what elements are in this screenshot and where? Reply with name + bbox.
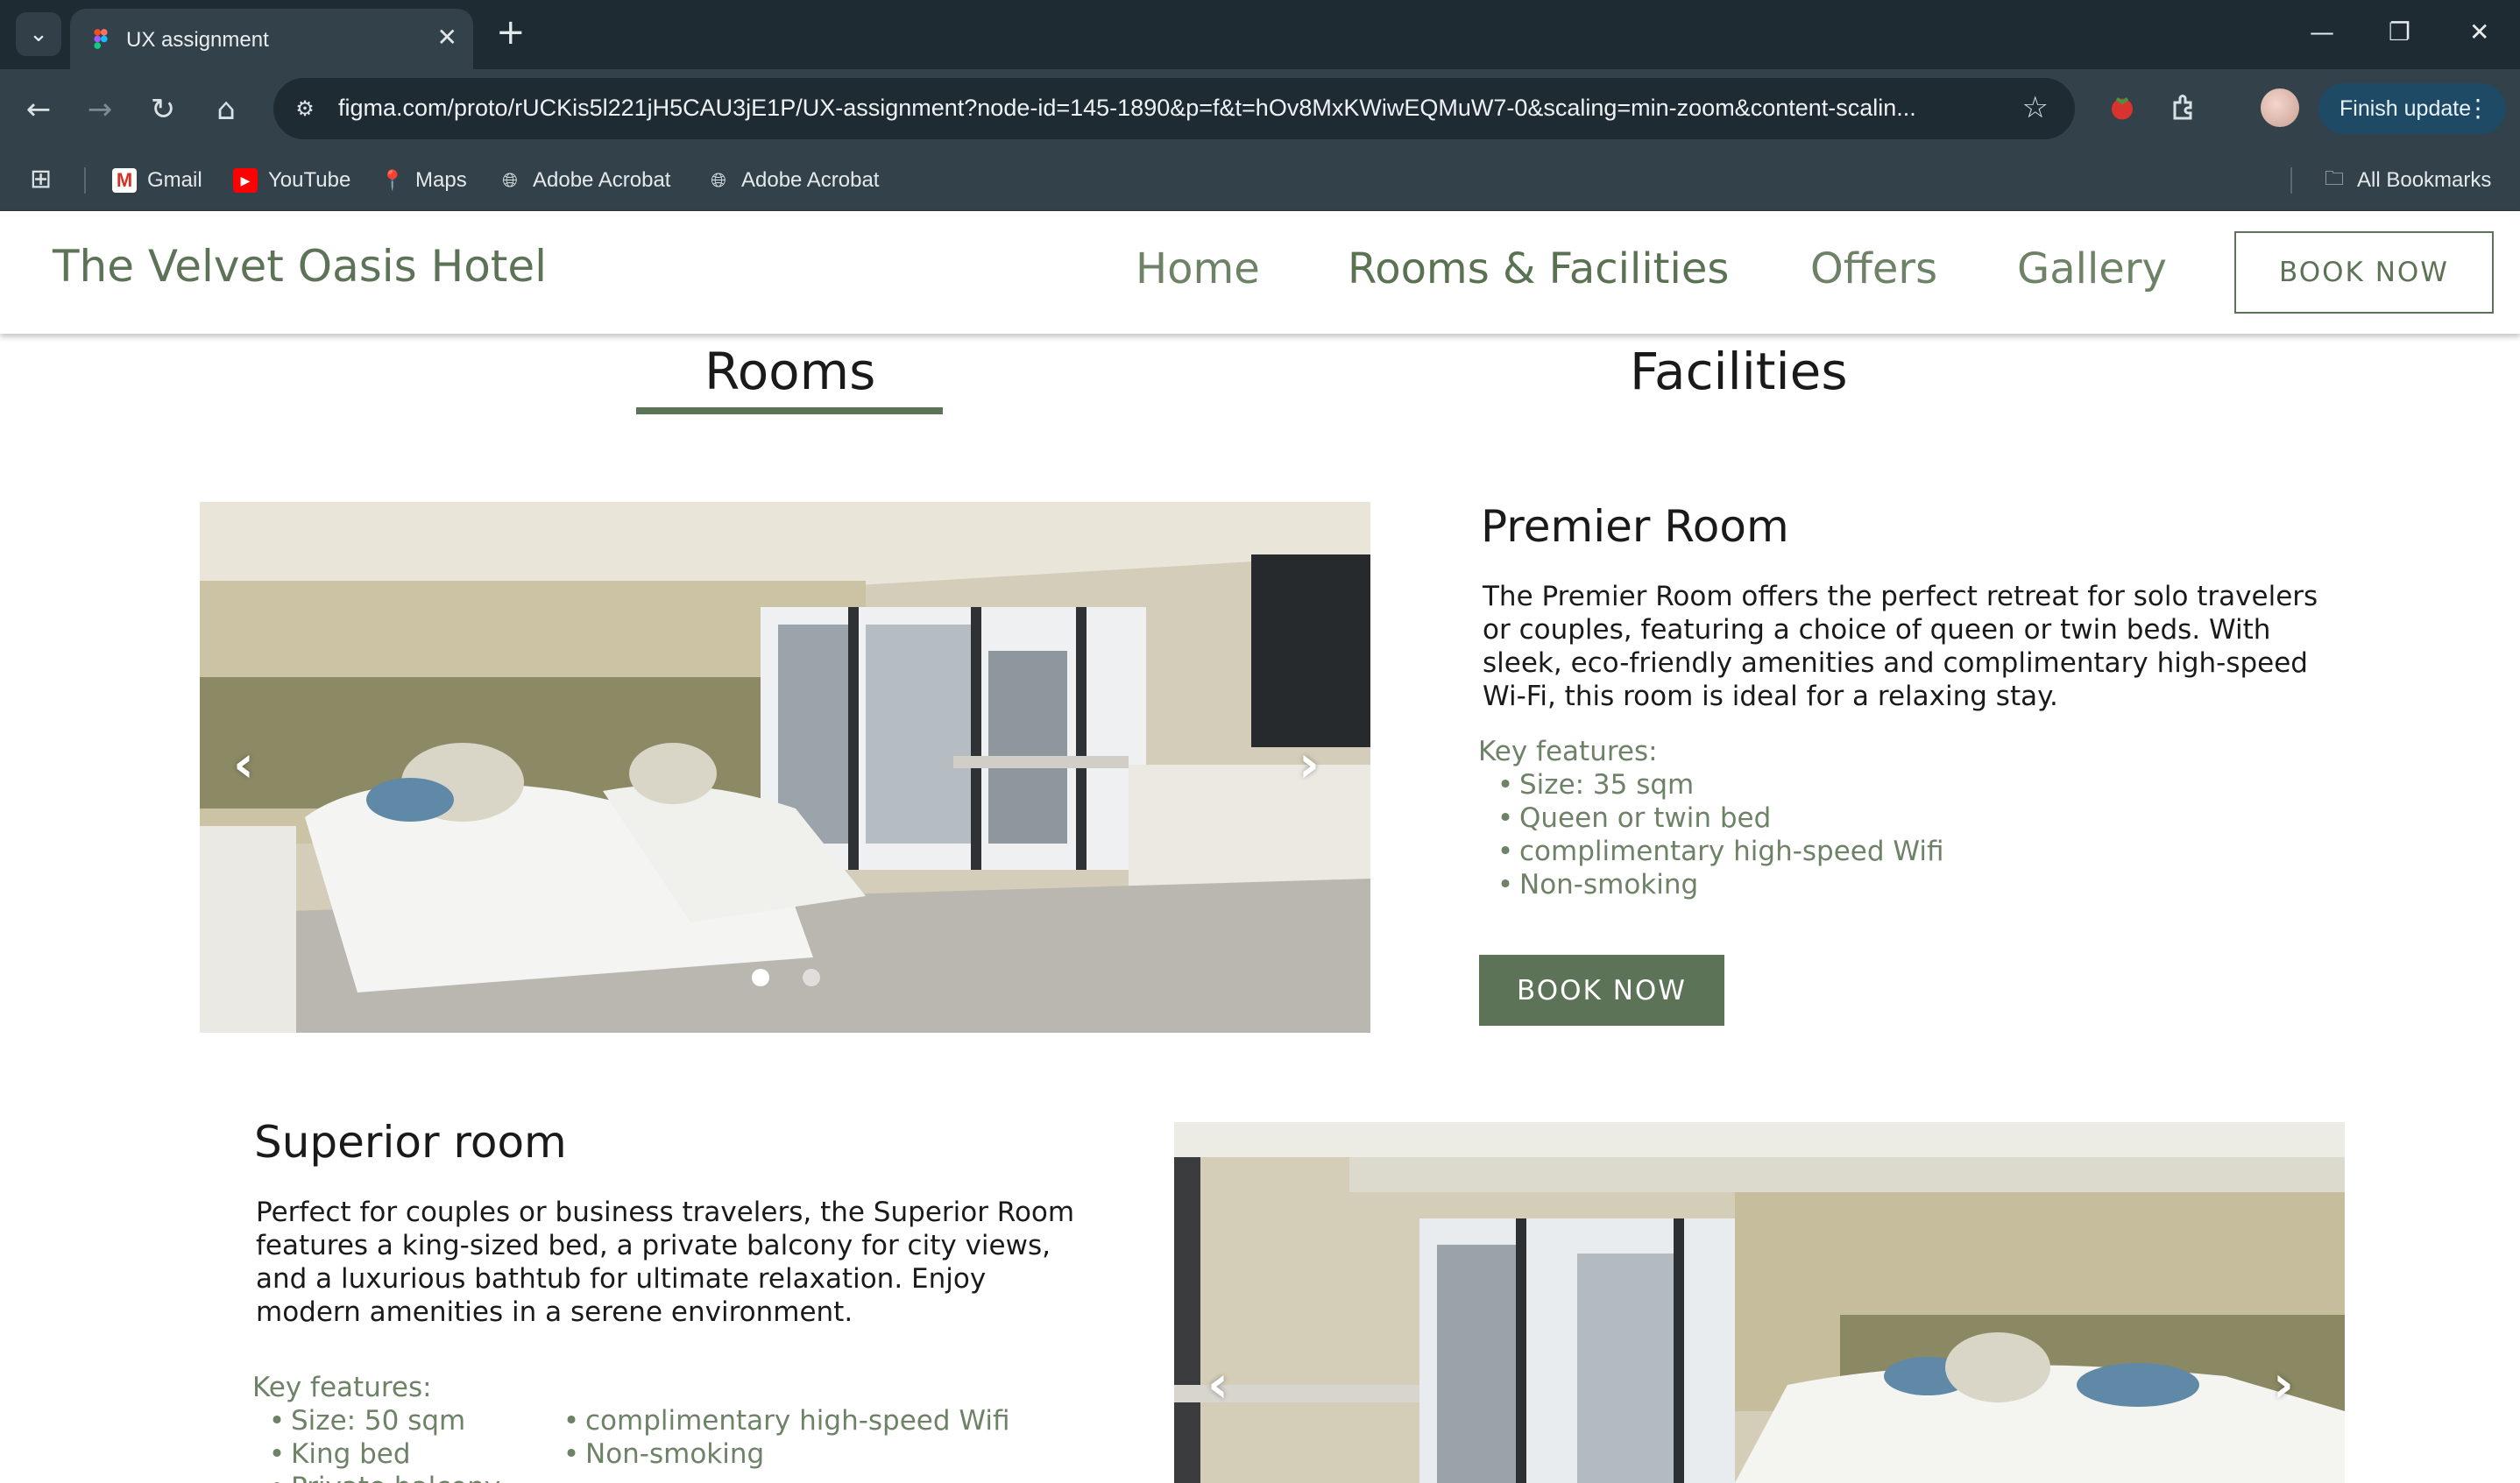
carousel-dot-1[interactable]: [752, 969, 769, 986]
browser-tab-bar: ⌄ UX assignment ✕ + — ❐ ✕: [0, 0, 2520, 69]
premier-book-now-button[interactable]: BOOK NOW: [1479, 955, 1724, 1026]
bookmark-label: YouTube: [268, 168, 351, 192]
bookmark-label: Adobe Acrobat: [533, 168, 671, 192]
restore-icon[interactable]: ❐: [2389, 18, 2410, 46]
home-icon[interactable]: ⌂: [207, 90, 245, 129]
site-info-icon[interactable]: ⚙: [289, 93, 321, 124]
superior-feature-item: complimentary high-speed Wifi: [557, 1405, 1010, 1437]
chevron-down-icon: ⌄: [29, 21, 48, 47]
apps-grid-icon[interactable]: ⊞: [30, 164, 61, 195]
tab-rooms[interactable]: Rooms: [704, 342, 875, 401]
folder-icon: 🗀: [2324, 167, 2344, 189]
premier-prev-arrow-icon[interactable]: ‹: [233, 734, 254, 794]
site-header: The Velvet Oasis Hotel Home Rooms & Faci…: [0, 211, 2520, 334]
premier-feature-item: complimentary high-speed Wifi: [1491, 836, 1944, 867]
superior-room-title: Superior room: [254, 1117, 567, 1168]
gmail-icon: M: [112, 168, 137, 193]
back-icon[interactable]: ←: [19, 90, 58, 129]
header-book-now-button[interactable]: BOOK NOW: [2234, 231, 2494, 314]
premier-room-carousel[interactable]: [200, 502, 1370, 1033]
tab-search-button[interactable]: ⌄: [16, 12, 61, 56]
premier-next-arrow-icon[interactable]: ›: [1299, 734, 1320, 794]
superior-prev-arrow-icon[interactable]: ‹: [1207, 1354, 1228, 1414]
hotel-logo[interactable]: The Velvet Oasis Hotel: [53, 241, 547, 292]
premier-features-label: Key features:: [1478, 736, 1658, 767]
bookmark-label: Adobe Acrobat: [741, 168, 880, 192]
premier-feature-item: Non-smoking: [1491, 869, 1698, 900]
figma-icon: [94, 29, 108, 49]
bookmark-youtube[interactable]: ▶ YouTube: [233, 166, 350, 195]
superior-next-arrow-icon[interactable]: ›: [2273, 1354, 2294, 1414]
active-tab-indicator: [636, 407, 943, 414]
superior-feature-item: Non-smoking: [557, 1438, 764, 1470]
url-text[interactable]: figma.com/proto/rUCKis5l221jH5CAU3jE1P/U…: [338, 95, 1916, 122]
browser-tab[interactable]: UX assignment ✕: [70, 9, 473, 69]
premier-room-description: The Premier Room offers the perfect retr…: [1483, 581, 2318, 712]
browser-toolbar: ← → ↻ ⌂ ⚙ figma.com/proto/rUCKis5l221jH5…: [0, 69, 2520, 148]
superior-features-label: Key features:: [252, 1372, 432, 1403]
bookmark-label: Gmail: [147, 168, 202, 192]
superior-feature-item: King bed: [263, 1438, 411, 1470]
premier-feature-item: Queen or twin bed: [1491, 802, 1771, 834]
youtube-icon: ▶: [233, 168, 258, 193]
close-window-icon[interactable]: ✕: [2469, 18, 2489, 46]
bookmark-maps[interactable]: 📍 Maps: [380, 166, 467, 195]
finish-update-label: Finish update: [2339, 95, 2472, 121]
bookmark-adobe-acrobat-2[interactable]: 🌐︎ Adobe Acrobat: [706, 166, 879, 195]
globe-icon: 🌐︎: [502, 169, 518, 191]
nav-offers[interactable]: Offers: [1810, 244, 1937, 293]
bookmark-divider: [2290, 167, 2292, 194]
profile-avatar[interactable]: [2261, 88, 2299, 127]
superior-room-photo: [1174, 1122, 2345, 1483]
superior-room-carousel[interactable]: [1174, 1122, 2345, 1483]
address-bar[interactable]: ⚙ figma.com/proto/rUCKis5l221jH5CAU3jE1P…: [273, 78, 2075, 139]
tab-facilities[interactable]: Facilities: [1630, 342, 1848, 401]
close-tab-icon[interactable]: ✕: [437, 23, 457, 52]
premier-feature-item: Size: 35 sqm: [1491, 769, 1694, 801]
all-bookmarks[interactable]: 🗀 All Bookmarks: [2322, 166, 2491, 195]
bookmark-adobe-acrobat-1[interactable]: 🌐︎ Adobe Acrobat: [498, 166, 670, 195]
nav-home[interactable]: Home: [1136, 244, 1260, 293]
minimize-icon[interactable]: —: [2310, 18, 2334, 46]
forward-icon[interactable]: →: [81, 90, 119, 129]
superior-feature-item: Size: 50 sqm: [263, 1405, 465, 1437]
all-bookmarks-label: All Bookmarks: [2357, 168, 2492, 192]
extensions-puzzle-icon[interactable]: [2170, 92, 2201, 124]
bookmarks-bar: ⊞ M Gmail ▶ YouTube 📍 Maps 🌐︎ Adobe Acro…: [0, 148, 2520, 211]
maps-icon: 📍: [380, 169, 405, 191]
bookmark-divider: [84, 167, 86, 194]
new-tab-icon[interactable]: +: [496, 12, 526, 53]
premier-room-title: Premier Room: [1481, 501, 1789, 552]
premier-room-photo: [200, 502, 1370, 1033]
finish-update-button[interactable]: Finish update ⋮: [2318, 83, 2506, 134]
nav-gallery[interactable]: Gallery: [2017, 244, 2167, 293]
bookmark-gmail[interactable]: M Gmail: [112, 166, 202, 195]
reload-icon[interactable]: ↻: [144, 90, 182, 129]
nav-rooms-facilities[interactable]: Rooms & Facilities: [1348, 244, 1729, 293]
tab-title: UX assignment: [126, 28, 269, 52]
globe-icon: 🌐︎: [711, 169, 726, 191]
bookmark-star-icon[interactable]: ☆: [2022, 90, 2049, 125]
superior-feature-item: Private balcony: [263, 1472, 500, 1483]
superior-room-description: Perfect for couples or business traveler…: [256, 1197, 1075, 1328]
carousel-dot-2[interactable]: [803, 969, 820, 986]
bookmark-label: Maps: [415, 168, 467, 192]
extension-tomato-icon[interactable]: [2106, 92, 2138, 124]
more-vert-icon: ⋮: [2466, 95, 2490, 122]
